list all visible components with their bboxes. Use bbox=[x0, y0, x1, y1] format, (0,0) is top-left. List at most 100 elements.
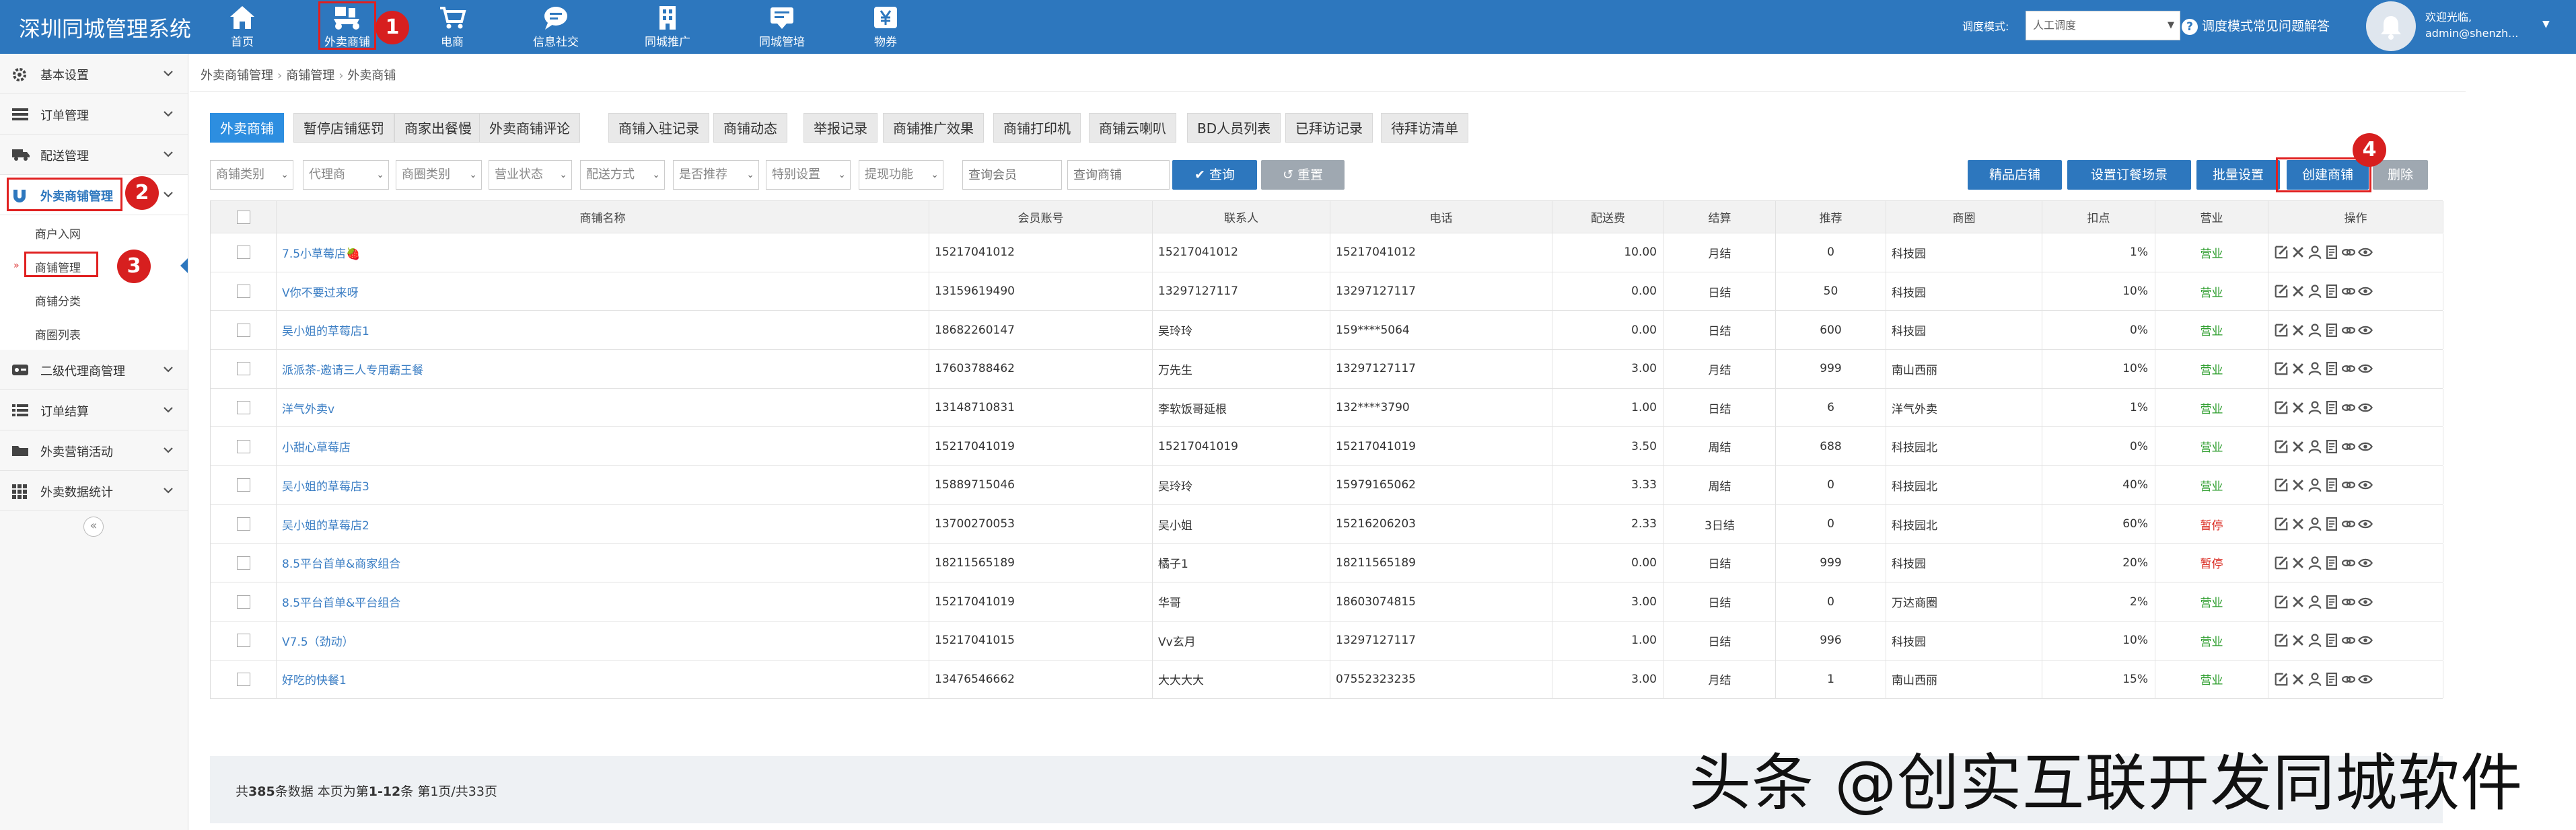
user-icon[interactable] bbox=[2307, 439, 2322, 454]
shop-name-text[interactable]: 7.5小草莓店🍓 bbox=[282, 244, 360, 261]
close-icon[interactable] bbox=[2291, 323, 2305, 338]
close-icon[interactable] bbox=[2291, 245, 2305, 260]
user-icon[interactable] bbox=[2307, 323, 2322, 338]
edit-icon[interactable] bbox=[2274, 478, 2289, 492]
sidebar-group-delivery[interactable]: 配送管理 bbox=[0, 135, 188, 175]
col-header[interactable]: 营业 bbox=[2155, 201, 2268, 233]
col-header[interactable]: 配送费 bbox=[1552, 201, 1664, 233]
shop-name-text[interactable]: 吴小姐的草莓店2 bbox=[282, 516, 369, 533]
eye-icon[interactable] bbox=[2358, 323, 2373, 338]
row-checkbox[interactable] bbox=[236, 246, 250, 260]
user-icon[interactable] bbox=[2307, 284, 2322, 299]
tab-bd-staff[interactable]: BD人员列表 bbox=[1187, 113, 1281, 143]
close-icon[interactable] bbox=[2291, 633, 2305, 648]
row-checkbox[interactable] bbox=[236, 285, 250, 299]
shop-name-text[interactable]: V7.5（劲动） bbox=[282, 632, 354, 649]
link-icon[interactable] bbox=[2341, 478, 2356, 492]
link-icon[interactable] bbox=[2341, 400, 2356, 415]
tab-slow-meal[interactable]: 商家出餐慢 bbox=[394, 113, 482, 143]
member-search-input[interactable] bbox=[962, 160, 1062, 190]
nav-ecommerce[interactable]: 电商 bbox=[412, 0, 493, 54]
col-header[interactable]: 推荐 bbox=[1776, 201, 1886, 233]
edit-icon[interactable] bbox=[2274, 556, 2289, 570]
edit-icon[interactable] bbox=[2274, 323, 2289, 338]
tab-entry-records[interactable]: 商铺入驻记录 bbox=[608, 113, 709, 143]
close-icon[interactable] bbox=[2291, 672, 2305, 687]
eye-icon[interactable] bbox=[2358, 284, 2373, 299]
sidebar-item-business-circle[interactable]: 商圈列表 bbox=[0, 316, 188, 350]
edit-icon[interactable] bbox=[2274, 517, 2289, 531]
document-icon[interactable] bbox=[2324, 478, 2339, 492]
tab-visited[interactable]: 已拜访记录 bbox=[1285, 113, 1373, 143]
document-icon[interactable] bbox=[2324, 323, 2339, 338]
filter-withdraw[interactable]: 提现功能 ⌄ bbox=[859, 160, 943, 190]
edit-icon[interactable] bbox=[2274, 439, 2289, 454]
edit-icon[interactable] bbox=[2274, 361, 2289, 376]
sidebar-group-marketing[interactable]: 外卖营销活动 bbox=[0, 430, 188, 471]
tab-takeout-shops[interactable]: 外卖商铺 bbox=[210, 113, 284, 143]
close-icon[interactable] bbox=[2291, 400, 2305, 415]
row-checkbox[interactable] bbox=[236, 634, 250, 648]
breadcrumb-item[interactable]: 商铺管理 bbox=[286, 69, 334, 83]
close-icon[interactable] bbox=[2291, 595, 2305, 609]
shop-name-text[interactable]: 洋气外卖v bbox=[282, 400, 334, 416]
batch-settings-button[interactable]: 批量设置 bbox=[2196, 160, 2280, 190]
edit-icon[interactable] bbox=[2274, 633, 2289, 648]
col-header[interactable]: 商铺名称 bbox=[277, 201, 929, 233]
eye-icon[interactable] bbox=[2358, 517, 2373, 531]
close-icon[interactable] bbox=[2291, 361, 2305, 376]
shop-name-text[interactable]: V你不要过来呀 bbox=[282, 283, 359, 300]
user-icon[interactable] bbox=[2307, 245, 2322, 260]
tab-shop-dynamics[interactable]: 商铺动态 bbox=[713, 113, 787, 143]
col-header[interactable]: 商圈 bbox=[1886, 201, 2042, 233]
eye-icon[interactable] bbox=[2358, 556, 2373, 570]
eye-icon[interactable] bbox=[2358, 400, 2373, 415]
col-header[interactable]: 结算 bbox=[1664, 201, 1776, 233]
user-icon[interactable] bbox=[2307, 595, 2322, 609]
close-icon[interactable] bbox=[2291, 478, 2305, 492]
nav-promotion[interactable]: 同城推广 bbox=[627, 0, 708, 54]
shop-name-text[interactable]: 8.5平台首单&商家组合 bbox=[282, 554, 400, 571]
close-icon[interactable] bbox=[2291, 556, 2305, 570]
eye-icon[interactable] bbox=[2358, 595, 2373, 609]
close-icon[interactable] bbox=[2291, 517, 2305, 531]
edit-icon[interactable] bbox=[2274, 245, 2289, 260]
eye-icon[interactable] bbox=[2358, 245, 2373, 260]
eye-icon[interactable] bbox=[2358, 478, 2373, 492]
nav-training[interactable]: 同城管培 bbox=[742, 0, 822, 54]
sidebar-collapse-button[interactable]: « bbox=[83, 517, 104, 537]
row-checkbox[interactable] bbox=[236, 517, 250, 531]
user-icon[interactable] bbox=[2307, 672, 2322, 687]
shop-name-text[interactable]: 吴小姐的草莓店1 bbox=[282, 322, 369, 338]
tab-cloud-speaker[interactable]: 商铺云喇叭 bbox=[1089, 113, 1176, 143]
row-checkbox[interactable] bbox=[236, 595, 250, 609]
filter-shop-category[interactable]: 商铺类别 ⌄ bbox=[210, 160, 293, 190]
nav-home[interactable]: 首页 bbox=[202, 0, 283, 54]
user-icon[interactable] bbox=[2307, 556, 2322, 570]
edit-icon[interactable] bbox=[2274, 284, 2289, 299]
document-icon[interactable] bbox=[2324, 361, 2339, 376]
shop-name-text[interactable]: 好吃的快餐1 bbox=[282, 671, 347, 687]
document-icon[interactable] bbox=[2324, 400, 2339, 415]
document-icon[interactable] bbox=[2324, 439, 2339, 454]
sidebar-group-basic[interactable]: 基本设置 bbox=[0, 54, 188, 94]
user-icon[interactable] bbox=[2307, 361, 2322, 376]
link-icon[interactable] bbox=[2341, 595, 2356, 609]
row-checkbox[interactable] bbox=[236, 323, 250, 337]
query-button[interactable]: ✔ 查询 bbox=[1172, 160, 1257, 190]
link-icon[interactable] bbox=[2341, 439, 2356, 454]
sidebar-group-statistics[interactable]: 外卖数据统计 bbox=[0, 471, 188, 511]
row-checkbox[interactable] bbox=[236, 401, 250, 415]
delete-button[interactable]: 删除 bbox=[2373, 160, 2428, 190]
link-icon[interactable] bbox=[2341, 672, 2356, 687]
col-header[interactable]: 电话 bbox=[1330, 201, 1552, 233]
shop-name-text[interactable]: 小甜心草莓店 bbox=[282, 438, 351, 455]
tab-promotion-effect[interactable]: 商铺推广效果 bbox=[883, 113, 984, 143]
user-icon[interactable] bbox=[2307, 400, 2322, 415]
eye-icon[interactable] bbox=[2358, 439, 2373, 454]
sidebar-item-shop-category[interactable]: 商铺分类 bbox=[0, 282, 188, 316]
filter-recommended[interactable]: 是否推荐 ⌄ bbox=[673, 160, 759, 190]
avatar[interactable] bbox=[2366, 1, 2416, 51]
sidebar-group-settlement[interactable]: 订单结算 bbox=[0, 390, 188, 430]
link-icon[interactable] bbox=[2341, 361, 2356, 376]
